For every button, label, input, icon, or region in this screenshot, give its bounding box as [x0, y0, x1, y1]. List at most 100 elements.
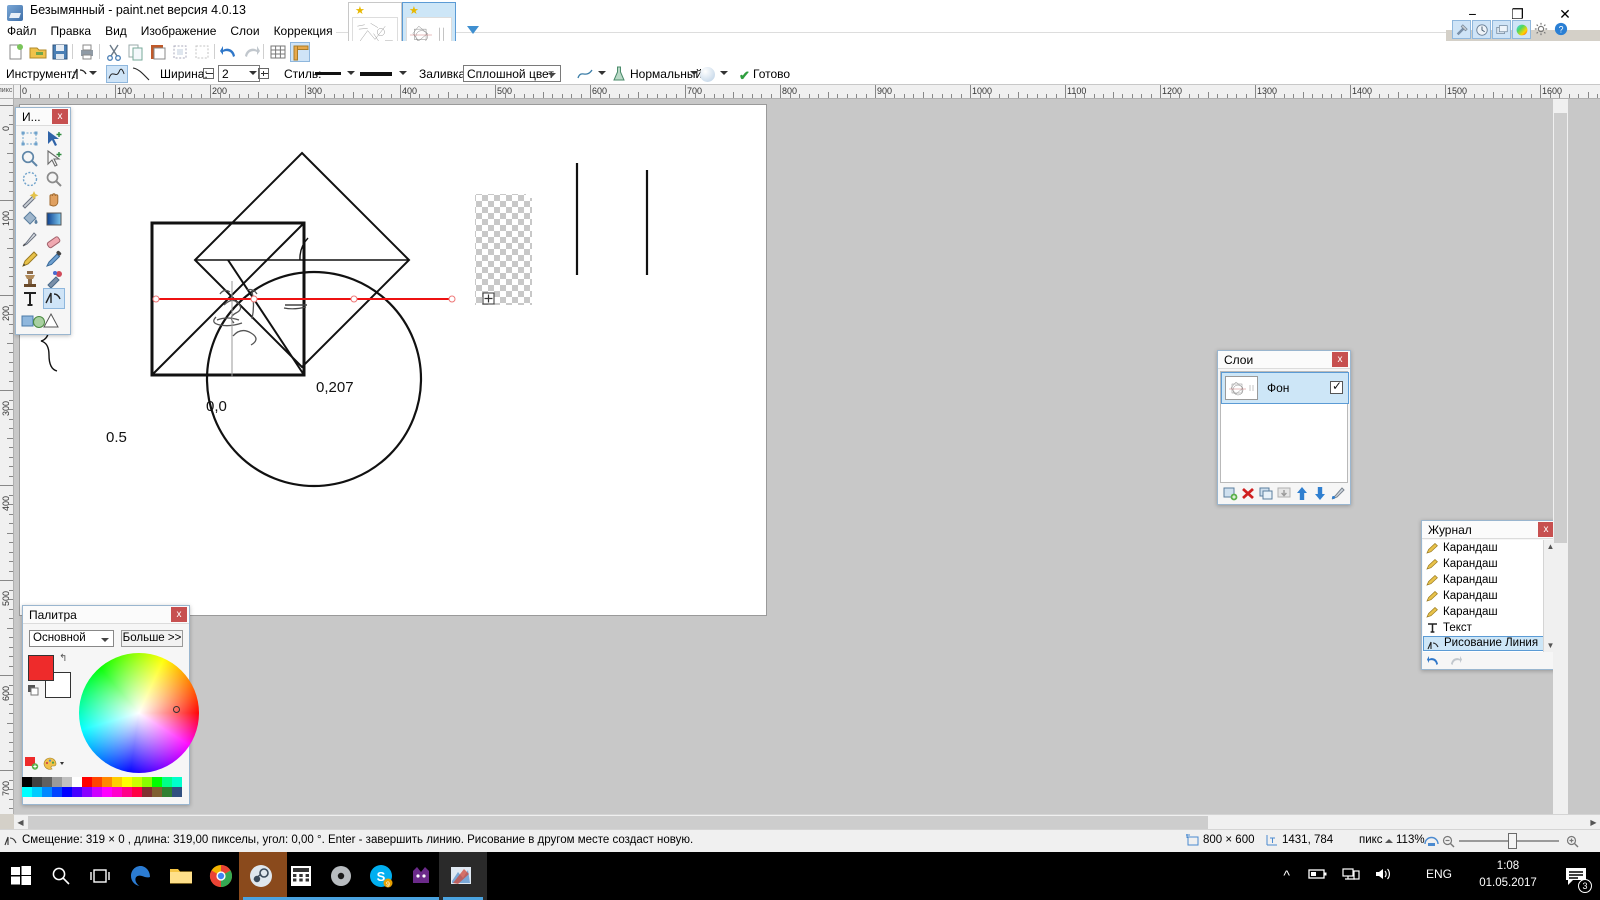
undo-button[interactable] [219, 42, 239, 62]
thumbnail-dropdown-icon[interactable] [464, 22, 482, 40]
horizontal-scrollbar[interactable]: ◀ ▶ [14, 814, 1600, 829]
swatch[interactable] [142, 777, 152, 787]
swatch[interactable] [122, 777, 132, 787]
curve-type-spline[interactable] [131, 66, 151, 82]
antialiasing-icon[interactable] [576, 67, 594, 81]
tool-pencil[interactable] [20, 249, 40, 269]
palette-mode-select[interactable]: Основной [29, 630, 114, 647]
swatch[interactable] [92, 787, 102, 797]
zoom-slider-knob[interactable] [1508, 833, 1517, 849]
tool-line-curve[interactable] [43, 288, 65, 309]
swatch[interactable] [152, 787, 162, 797]
width-dropdown-icon[interactable] [249, 71, 257, 75]
swatch[interactable] [22, 777, 32, 787]
image-canvas[interactable]: 0,0 0,207 0.5 [20, 105, 766, 615]
history-panel-close[interactable]: x [1538, 522, 1554, 537]
swatch[interactable] [72, 787, 82, 797]
style-cap-preview[interactable] [360, 72, 392, 76]
vertical-scrollbar[interactable] [1553, 99, 1568, 814]
tool-magic-wand[interactable] [20, 189, 40, 209]
list-item[interactable]: Карандаш [1423, 588, 1557, 604]
tool-shapes[interactable] [20, 310, 60, 330]
swatch[interactable] [172, 777, 182, 787]
tool-zoom[interactable] [44, 169, 64, 189]
open-button[interactable] [28, 42, 48, 62]
tool-recolor[interactable] [44, 269, 64, 289]
menu-view[interactable]: Вид [98, 22, 134, 40]
tool-lasso-select[interactable] [20, 149, 40, 169]
list-item[interactable]: Текст [1423, 620, 1557, 636]
swatch[interactable] [102, 777, 112, 787]
tool-text[interactable] [20, 289, 40, 309]
menu-image[interactable]: Изображение [134, 22, 224, 40]
deselect-button[interactable] [192, 42, 212, 62]
duplicate-layer-button[interactable] [1258, 486, 1274, 501]
tool-ellipse-select[interactable] [20, 169, 40, 189]
swatch[interactable] [82, 787, 92, 797]
add-layer-button[interactable] [1222, 486, 1238, 501]
blend-mode-dropdown-icon[interactable] [690, 71, 698, 75]
zoom-level-value[interactable]: 113% [1396, 834, 1425, 846]
palette-swatch-strip[interactable] [22, 777, 182, 797]
layer-properties-button[interactable] [1330, 486, 1346, 501]
fit-to-window-icon[interactable] [1424, 834, 1439, 848]
tool-eraser[interactable] [44, 229, 64, 249]
tool-color-picker[interactable] [44, 249, 64, 269]
layer-row[interactable]: Фон [1221, 372, 1349, 404]
delete-layer-button[interactable] [1240, 486, 1256, 501]
swatch[interactable] [72, 777, 82, 787]
battery-icon[interactable] [1308, 867, 1328, 884]
swatch[interactable] [162, 787, 172, 797]
layers-panel-header[interactable]: Слои x [1218, 351, 1350, 369]
swap-colors-icon[interactable]: ↰ [59, 653, 67, 664]
swatch[interactable] [92, 777, 102, 787]
swatch[interactable] [112, 787, 122, 797]
horizontal-scroll-thumb[interactable] [28, 816, 1208, 829]
list-item[interactable]: Карандаш [1423, 572, 1557, 588]
history-undo-button[interactable] [1426, 653, 1441, 667]
redo-button[interactable] [241, 42, 261, 62]
scroll-left-arrow[interactable]: ◀ [14, 816, 27, 829]
history-redo-button[interactable] [1448, 653, 1463, 667]
tools-panel-header[interactable]: И... x [16, 108, 70, 126]
move-layer-up-button[interactable] [1294, 486, 1310, 501]
tools-panel-close[interactable]: x [52, 109, 68, 124]
swatch[interactable] [42, 787, 52, 797]
curve-type-freeform[interactable] [106, 65, 128, 83]
tray-chevron-icon[interactable]: ^ [1283, 867, 1290, 883]
vertical-scroll-thumb[interactable] [1554, 113, 1567, 543]
history-toggle[interactable] [1472, 20, 1491, 39]
swatch[interactable] [122, 787, 132, 797]
tools-toggle[interactable] [1452, 20, 1471, 39]
save-button[interactable] [50, 42, 70, 62]
menu-edit[interactable]: Правка [44, 22, 99, 40]
menu-layers[interactable]: Слои [223, 22, 266, 40]
paste-button[interactable] [148, 42, 168, 62]
history-panel-header[interactable]: Журнал x [1422, 521, 1556, 539]
tool-pan[interactable] [44, 189, 64, 209]
swatch[interactable] [162, 777, 172, 787]
alpha-blending-icon[interactable] [700, 67, 715, 82]
list-item[interactable]: Карандаш [1423, 540, 1557, 556]
tool-paintbrush[interactable] [20, 229, 40, 249]
tool-move-selection[interactable] [44, 149, 64, 169]
swatch[interactable] [52, 777, 62, 787]
swatch[interactable] [22, 787, 32, 797]
tool-rectangle-select[interactable] [20, 129, 40, 149]
tool-clone-stamp[interactable] [20, 269, 40, 289]
layers-panel-close[interactable]: x [1332, 352, 1348, 367]
list-item[interactable]: Карандаш [1423, 604, 1557, 620]
palette-panel-header[interactable]: Палитра x [23, 606, 189, 624]
help-button[interactable]: ? [1552, 20, 1571, 39]
swatch[interactable] [142, 787, 152, 797]
zoom-out-button[interactable] [1442, 835, 1455, 848]
swatch[interactable] [172, 787, 182, 797]
clock[interactable]: 1:08 01.05.2017 [1468, 858, 1548, 892]
tool-dropdown-icon[interactable] [89, 71, 97, 75]
style-dash-preview[interactable] [315, 72, 341, 75]
crop-button[interactable] [170, 42, 190, 62]
swatch[interactable] [52, 787, 62, 797]
alpha-blending-dropdown-icon[interactable] [720, 71, 728, 75]
language-indicator[interactable]: ENG [1426, 867, 1452, 881]
swatch[interactable] [102, 787, 112, 797]
